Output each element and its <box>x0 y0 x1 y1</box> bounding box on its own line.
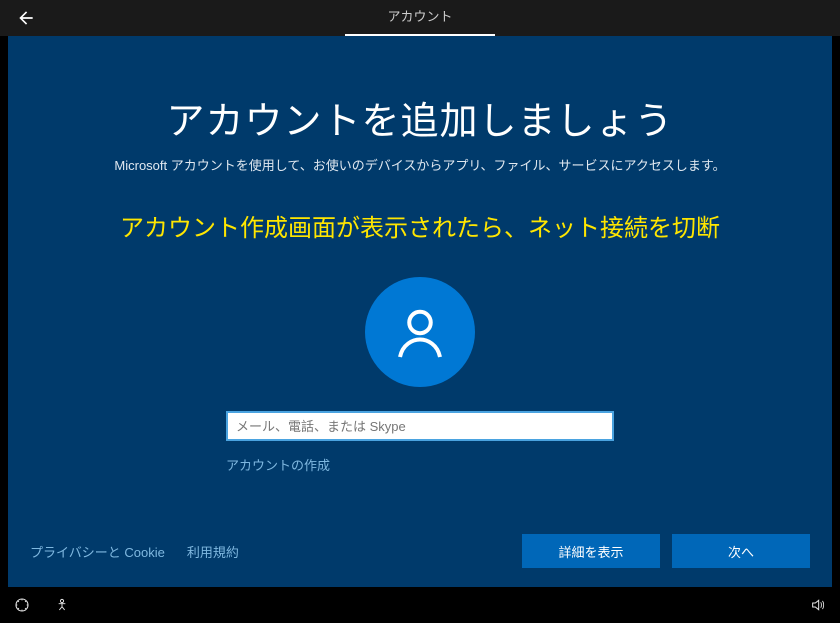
ease-of-access-icon[interactable] <box>14 597 30 613</box>
back-button[interactable] <box>0 8 52 28</box>
oobe-taskbar <box>0 587 840 623</box>
create-account-link[interactable]: アカウントの作成 <box>226 455 330 474</box>
signin-input[interactable] <box>226 411 614 441</box>
ime-icon[interactable] <box>54 597 70 613</box>
details-button[interactable]: 詳細を表示 <box>522 534 660 568</box>
page-tab-title: アカウント <box>387 6 452 31</box>
footer-buttons: 詳細を表示 次へ <box>522 534 810 568</box>
footer-row: プライバシーと Cookie 利用規約 詳細を表示 次へ <box>8 515 832 587</box>
page-subheading: Microsoft アカウントを使用して、お使いのデバイスからアプリ、ファイル、… <box>114 155 725 174</box>
person-icon <box>390 302 450 362</box>
user-avatar <box>365 277 475 387</box>
signin-form: アカウントの作成 <box>226 411 614 474</box>
footer-links: プライバシーと Cookie 利用規約 <box>30 542 239 561</box>
page-heading: アカウントを追加しましょう <box>166 90 673 145</box>
volume-icon[interactable] <box>810 597 826 613</box>
title-bar: アカウント <box>0 0 840 36</box>
main-panel: アカウントを追加しましょう Microsoft アカウントを使用して、お使いのデ… <box>8 36 832 587</box>
next-button[interactable]: 次へ <box>672 534 810 568</box>
instruction-overlay: アカウント作成画面が表示されたら、ネット接続を切断 <box>120 208 720 243</box>
privacy-link[interactable]: プライバシーと Cookie <box>30 542 165 561</box>
terms-link[interactable]: 利用規約 <box>187 542 239 561</box>
arrow-left-icon <box>16 8 36 28</box>
